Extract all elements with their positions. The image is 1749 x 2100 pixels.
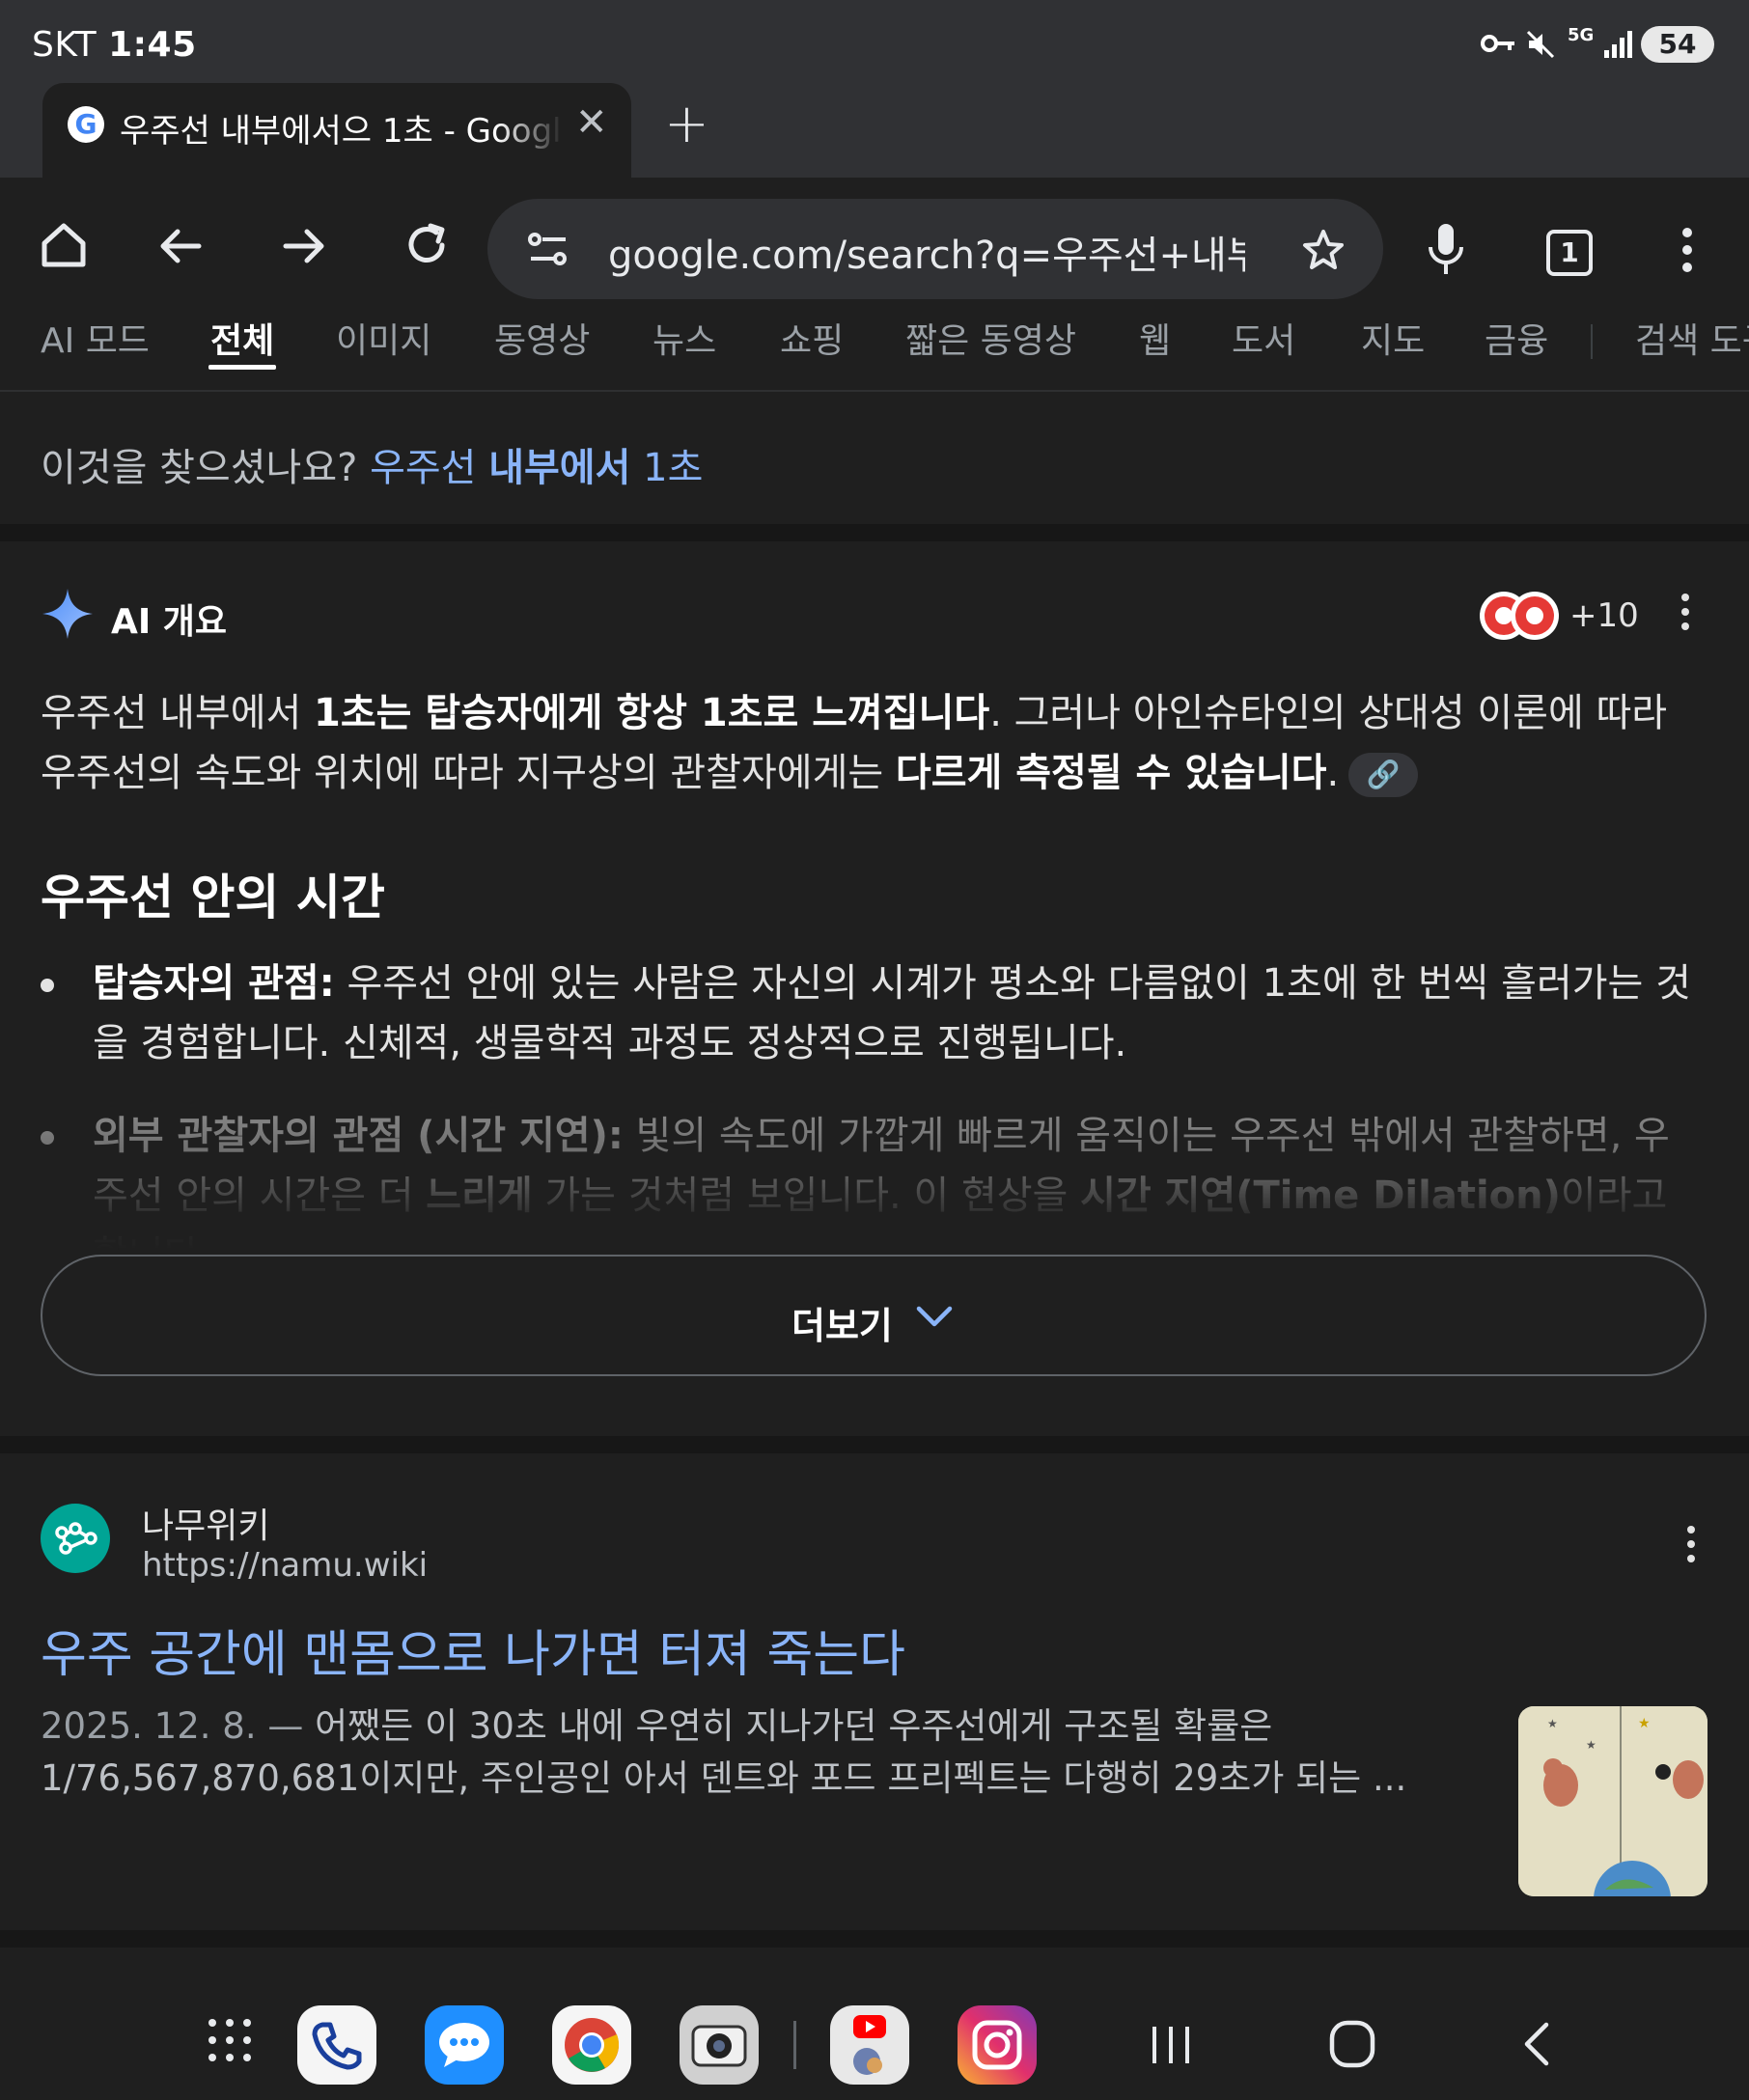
- ai-sparkle-icon: [41, 587, 95, 645]
- tab-maps[interactable]: 지도: [1361, 320, 1425, 363]
- ai-overview-label: AI 개요: [111, 602, 228, 642]
- close-tab-icon[interactable]: ✕: [575, 100, 608, 145]
- clock: 1:45: [108, 25, 197, 65]
- link-chip-icon[interactable]: 🔗: [1348, 753, 1419, 797]
- tab-all[interactable]: 전체: [210, 320, 274, 363]
- vpn-key-icon: [1481, 29, 1515, 66]
- ai-source-count[interactable]: +10: [1569, 596, 1639, 635]
- site-settings-icon[interactable]: [527, 230, 569, 272]
- ai-bullet: 탑승자의 관점: 우주선 안에 있는 사람은 자신의 시계가 평소와 다름없이 …: [41, 953, 1701, 1073]
- new-tab-button[interactable]: +: [664, 93, 709, 155]
- result-title-link[interactable]: 우주 공간에 맨몸으로 나가면 터져 죽는다: [41, 1614, 905, 1686]
- home-button-icon[interactable]: [1328, 2017, 1376, 2075]
- youtube-app-icon[interactable]: [830, 2005, 909, 2085]
- search-tabs: AI 모드 전체 이미지 동영상 뉴스 쇼핑 짧은 동영상 웹 도서 지도 금융…: [0, 320, 1749, 392]
- result-site-url[interactable]: https://namu.wiki: [142, 1546, 428, 1585]
- back-arrow-icon[interactable]: [156, 222, 205, 274]
- result-thumbnail[interactable]: ★ ★ ★: [1518, 1706, 1707, 1896]
- section-divider: [0, 1436, 1749, 1453]
- did-you-mean-prefix: 이것을 찾으셨나요?: [41, 446, 358, 490]
- mute-icon: [1525, 29, 1556, 68]
- tab-title: 우주선 내부에서으 1초 - Google 검색: [120, 112, 564, 151]
- tab-videos[interactable]: 동영상: [494, 320, 590, 363]
- result-site-name[interactable]: 나무위키: [142, 1498, 269, 1548]
- svg-text:★: ★: [1547, 1717, 1558, 1730]
- camera-app-icon[interactable]: [680, 2005, 759, 2085]
- tab-ai-mode[interactable]: AI 모드: [41, 320, 150, 363]
- ai-bullet-faded: 외부 관찰자의 관점 (시간 지연): 빛의 속도에 가깝게 빠르게 움직이는 …: [41, 1106, 1701, 1251]
- tab-short-videos[interactable]: 짧은 동영상: [905, 320, 1076, 363]
- instagram-app-icon[interactable]: [958, 2005, 1037, 2085]
- svg-text:★: ★: [1638, 1716, 1651, 1731]
- tab-search-tools[interactable]: 검색 도구: [1635, 320, 1749, 363]
- ai-more-icon[interactable]: [1678, 591, 1693, 643]
- status-carrier-time: SKT 1:45: [32, 25, 197, 65]
- result-snippet: 2025. 12. 8. — 어쨌든 이 30초 내에 우연히 지나가던 우주선…: [41, 1705, 1407, 1799]
- tab-switcher-button[interactable]: 1: [1546, 230, 1593, 276]
- tabs-divider: [1591, 324, 1593, 359]
- result-date: 2025. 12. 8. —: [41, 1705, 304, 1747]
- section-divider: [0, 1930, 1749, 1948]
- home-icon[interactable]: [37, 218, 91, 276]
- reload-icon[interactable]: [402, 220, 452, 274]
- microphone-icon[interactable]: [1427, 222, 1465, 280]
- tab-images[interactable]: 이미지: [336, 320, 431, 363]
- bookmark-star-icon[interactable]: [1301, 228, 1346, 276]
- did-you-mean: 이것을 찾으셨나요? 우주선 내부에서 1초: [41, 436, 703, 492]
- carrier-label: SKT: [32, 25, 97, 65]
- messages-app-icon[interactable]: [425, 2005, 504, 2085]
- more-vert-icon[interactable]: [1678, 226, 1697, 278]
- tab-finance[interactable]: 금융: [1485, 320, 1548, 363]
- network-type: 5G: [1568, 25, 1595, 45]
- recent-apps-icon[interactable]: [1149, 2021, 1193, 2073]
- bullet-dot: [41, 1131, 54, 1145]
- section-divider: [0, 524, 1749, 541]
- ai-section-heading: 우주선 안의 시간: [41, 870, 385, 926]
- tab-shopping[interactable]: 쇼핑: [780, 320, 844, 363]
- active-tab-indicator: [208, 365, 276, 370]
- tab-news[interactable]: 뉴스: [652, 320, 716, 363]
- app-drawer-icon[interactable]: [207, 2017, 253, 2067]
- tab-books[interactable]: 도서: [1232, 320, 1295, 363]
- nav-back-icon[interactable]: [1519, 2019, 1552, 2073]
- phone-app-icon[interactable]: [297, 2005, 376, 2085]
- google-favicon-icon: G: [68, 106, 104, 143]
- ai-sources-icon[interactable]: [1477, 589, 1564, 643]
- forward-arrow-icon[interactable]: [280, 222, 328, 274]
- signal-icon: [1602, 29, 1635, 64]
- chevron-down-icon: [915, 1303, 954, 1334]
- chrome-app-icon[interactable]: [552, 2005, 631, 2085]
- tab-web[interactable]: 웹: [1139, 320, 1171, 363]
- url-text[interactable]: google.com/search?q=우주선+내부에서으+1초: [608, 224, 1245, 280]
- svg-text:★: ★: [1586, 1738, 1596, 1752]
- ai-summary: 우주선 내부에서 1초는 탑승자에게 항상 1초로 느껴집니다. 그러나 아인슈…: [41, 691, 1668, 797]
- did-you-mean-link[interactable]: 우주선 내부에서 1초: [370, 446, 703, 490]
- dock-divider: [793, 2021, 796, 2069]
- result-more-icon[interactable]: [1683, 1523, 1699, 1575]
- namuwiki-logo-icon: [41, 1504, 110, 1573]
- show-more-label: 더보기: [791, 1305, 893, 1347]
- bullet-dot: [41, 979, 54, 992]
- battery-indicator: 54: [1641, 26, 1714, 63]
